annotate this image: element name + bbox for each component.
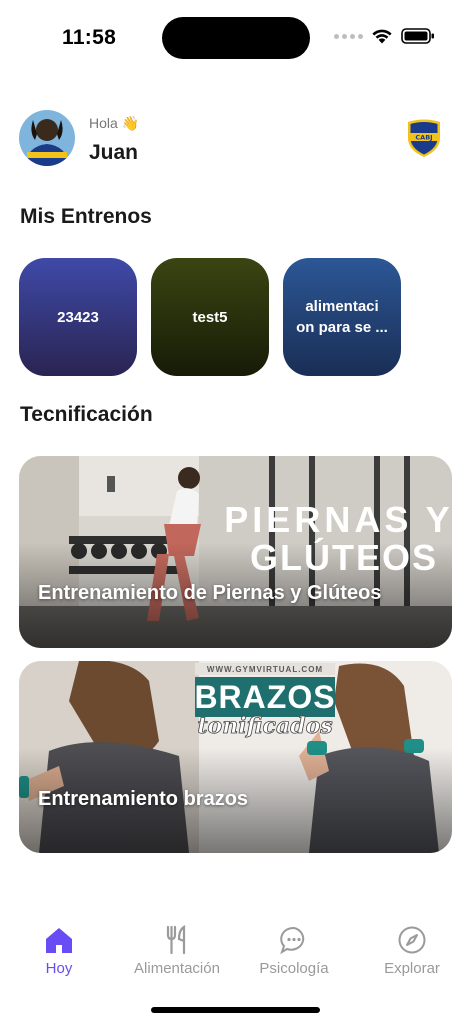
tab-hoy[interactable]: Hoy (0, 924, 118, 977)
battery-icon (401, 28, 434, 44)
tab-alimentacion[interactable]: Alimentación (118, 924, 236, 977)
workout-card-title: alimentaci on para se ... (296, 298, 388, 336)
wifi-icon (372, 29, 392, 44)
workout-card-title: 23423 (57, 308, 99, 326)
signal-icon (334, 33, 363, 39)
status-icons (334, 28, 435, 44)
arms-workout-image: WWW.GYMVIRTUAL.COM BRAZOS tonificados (19, 661, 452, 853)
home-indicator (151, 1007, 320, 1013)
legs-overlay-line2: GLÚTEOS (250, 536, 438, 578)
dynamic-island (162, 17, 310, 59)
status-bar: 11:58 (0, 0, 471, 76)
user-name: Juan (89, 141, 139, 164)
avatar[interactable] (19, 110, 75, 166)
svg-text:CABJ: CABJ (415, 134, 432, 142)
home-icon (43, 924, 75, 956)
workout-card-title: test5 (192, 308, 228, 326)
fork-knife-icon (161, 924, 193, 956)
greeting: Hola 👋 (89, 115, 140, 131)
section-title-technique: Tecnificación (20, 403, 153, 426)
tab-label: Hoy (45, 960, 73, 977)
tab-explorar[interactable]: Explorar (353, 924, 471, 977)
technique-card-arms[interactable]: WWW.GYMVIRTUAL.COM BRAZOS tonificados En… (19, 661, 452, 853)
legs-overlay-line1: PIERNAS Y (224, 499, 452, 540)
technique-card-label: Entrenamiento brazos (38, 788, 249, 810)
section-title-workouts: Mis Entrenos (20, 205, 152, 228)
technique-card-label: Entrenamiento de Piernas y Glúteos (38, 582, 382, 604)
tab-label: Explorar (384, 960, 440, 977)
workout-card[interactable]: 23423 (19, 258, 137, 376)
legs-workout-image: PIERNAS Y GLÚTEOS (19, 456, 452, 648)
team-badge-icon[interactable]: CABJ (405, 118, 443, 158)
tab-label: Psicología (259, 960, 329, 977)
status-time: 11:58 (62, 26, 117, 49)
technique-card-legs[interactable]: PIERNAS Y GLÚTEOS Entrenamiento de Piern… (19, 456, 452, 648)
tab-psicologia[interactable]: Psicología (235, 924, 353, 977)
workout-card[interactable]: test5 (151, 258, 269, 376)
workout-card[interactable]: alimentaci on para se ... (283, 258, 401, 376)
compass-icon (396, 924, 428, 956)
chat-bubble-icon (278, 924, 310, 956)
tab-label: Alimentación (134, 960, 220, 977)
